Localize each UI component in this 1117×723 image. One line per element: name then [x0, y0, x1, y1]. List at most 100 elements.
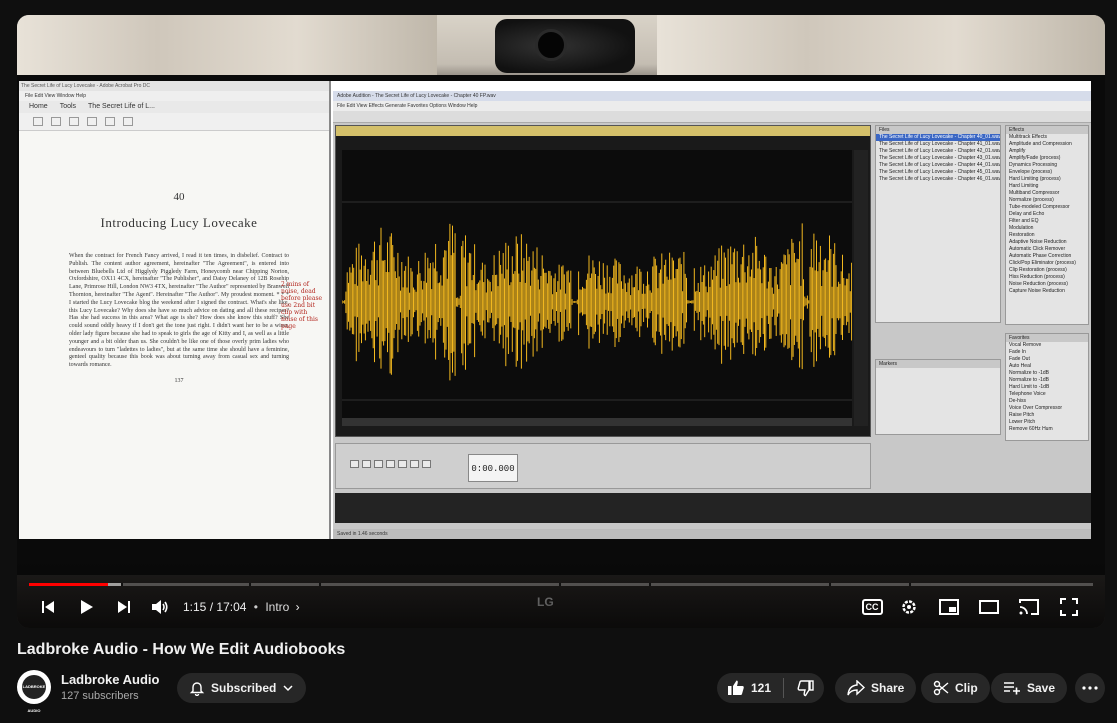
audition-title-bar: Adobe Audition - The Secret Life of Lucy…: [333, 91, 1091, 101]
gear-icon[interactable]: [889, 595, 929, 619]
file-item: The Secret Life of Lucy Lovecake - Chapt…: [879, 155, 1001, 161]
monitor: The Secret Life of Lucy Lovecake - Adobe…: [17, 75, 1105, 609]
favorite-item: Raise Pitch: [1009, 412, 1035, 418]
share-button[interactable]: Share: [835, 673, 917, 703]
bell-icon: [189, 682, 205, 696]
chapter-marker: [829, 583, 831, 586]
page-text: When the contract for French Fancy arriv…: [69, 253, 289, 369]
current-time: 1:15: [183, 600, 207, 614]
page-number: 40: [173, 191, 185, 203]
stop-button: [350, 460, 359, 468]
volume-icon[interactable]: [145, 595, 175, 619]
effect-item: Clip Restoration (process): [1009, 267, 1067, 273]
chevron-down-icon: [283, 685, 293, 692]
file-item: The Secret Life of Lucy Lovecake - Chapt…: [879, 169, 1001, 175]
video-player[interactable]: The Secret Life of Lucy Lovecake - Adobe…: [17, 15, 1105, 628]
file-item: The Secret Life of Lucy Lovecake - Chapt…: [879, 176, 1001, 182]
favorite-item: Telephone Voice: [1009, 391, 1046, 397]
tool-icon: [69, 117, 79, 126]
pdf-tab: The Secret Life of L...: [88, 103, 155, 110]
effect-item: Restoration: [1009, 232, 1035, 238]
save-button[interactable]: Save: [991, 673, 1068, 703]
webcam: [495, 19, 635, 73]
tool-icon: [123, 117, 133, 126]
forward-button: [398, 460, 407, 468]
favorite-item: Lower Pitch: [1009, 419, 1036, 425]
pdf-reader-window: The Secret Life of Lucy Lovecake - Adobe…: [19, 81, 331, 539]
monitor-screen: The Secret Life of Lucy Lovecake - Adobe…: [19, 81, 1091, 539]
markers-panel-header: Markers: [876, 360, 1000, 368]
clip-label: Clip: [955, 681, 978, 695]
dislike-button[interactable]: [796, 679, 814, 697]
play-button: [362, 460, 371, 468]
favorite-item: Vocal Remove: [1009, 342, 1042, 348]
cast-icon[interactable]: [1009, 595, 1049, 619]
tool-icon: [51, 117, 61, 126]
channel-row: LADBROKE AUDIO Ladbroke Audio 127 subscr…: [17, 670, 1107, 713]
chevron-right-icon[interactable]: ›: [296, 600, 300, 614]
effect-item: Hard Limiting: [1009, 183, 1039, 189]
like-button[interactable]: 121: [727, 679, 771, 697]
right-controls: CC: [855, 595, 1089, 619]
favorites-panel: Favorites Vocal Remove Fade In Fade Out Aut…: [1005, 333, 1089, 441]
video-frame: The Secret Life of Lucy Lovecake - Adobe…: [17, 15, 1105, 628]
clip-button[interactable]: Clip: [921, 673, 990, 703]
skip-next-icon[interactable]: [109, 595, 139, 619]
duration: 17:04: [216, 600, 247, 614]
thumbs-up-icon: [728, 680, 744, 695]
tool-icon: [105, 117, 115, 126]
pdf-menu-bar: File Edit View Window Help: [19, 91, 329, 101]
more-actions-button[interactable]: [1075, 673, 1105, 703]
effects-list: Multitrack Effects Amplitude and Compress…: [1006, 134, 1088, 295]
skip-previous-icon[interactable]: [33, 595, 63, 619]
play-icon[interactable]: [71, 595, 101, 619]
effect-item: Automatic Phase Correction: [1009, 253, 1072, 259]
subscribed-button[interactable]: Subscribed: [177, 673, 307, 703]
favorite-item: Auto Heal: [1009, 363, 1031, 369]
left-controls: 1:15 / 17:04 • Intro ›: [33, 595, 300, 619]
effect-item: Tube-modeled Compressor: [1009, 204, 1070, 210]
thumbs-down-icon: [797, 680, 814, 697]
effects-panel-header: Effects: [1006, 126, 1088, 134]
more-horizontal-icon: [1082, 686, 1098, 690]
effect-item: Click/Pop Eliminator (process): [1009, 260, 1076, 266]
channel-name[interactable]: Ladbroke Audio: [61, 672, 159, 687]
level-meter: [335, 493, 1091, 523]
progress-bar[interactable]: [29, 583, 1093, 586]
captions-button[interactable]: CC: [855, 595, 889, 619]
chapter-title[interactable]: Intro: [265, 600, 289, 614]
favorite-item: Fade In: [1009, 349, 1026, 355]
fullscreen-icon[interactable]: [1049, 595, 1089, 619]
theater-icon[interactable]: [969, 595, 1009, 619]
chapter-dot: •: [253, 600, 258, 614]
miniplayer-icon[interactable]: [929, 595, 969, 619]
effect-item: Adaptive Noise Reduction: [1009, 239, 1067, 245]
favorite-item: Voice Over Compressor: [1009, 405, 1063, 411]
avatar[interactable]: LADBROKE AUDIO: [17, 670, 51, 713]
effect-item: Capture Noise Reduction: [1009, 288, 1065, 294]
divider: [783, 678, 785, 698]
effect-item: Noise Reduction (process): [1009, 281, 1068, 287]
end-button: [410, 460, 419, 468]
record-button: [422, 460, 431, 468]
pdf-tab: Tools: [59, 103, 77, 110]
save-label: Save: [1027, 681, 1056, 695]
effect-item: Amplitude and Compression: [1009, 141, 1072, 147]
time-display: 0:00.000: [468, 454, 518, 482]
waveform-display: [342, 150, 852, 426]
chapter-marker: [249, 583, 251, 586]
page-footer: 137: [174, 377, 184, 384]
effects-panel: Effects Multitrack Effects Amplitude and …: [1005, 125, 1089, 325]
playlist-add-icon: [1004, 682, 1020, 695]
subscriber-count: 127 subscribers: [61, 690, 139, 702]
favorite-item: De-hiss: [1009, 398, 1026, 404]
effect-item: Hard Limiting (process): [1009, 176, 1061, 182]
chapter-marker: [909, 583, 911, 586]
pause-button: [374, 460, 383, 468]
waveform: [342, 201, 852, 401]
pdf-page: 40 Introducing Lucy Lovecake When the co…: [69, 141, 289, 521]
played-bar: [29, 583, 108, 586]
markers-panel: Markers: [875, 359, 1001, 435]
effect-item: Dynamics Processing: [1009, 162, 1058, 168]
effect-item: Hiss Reduction (process): [1009, 274, 1065, 280]
